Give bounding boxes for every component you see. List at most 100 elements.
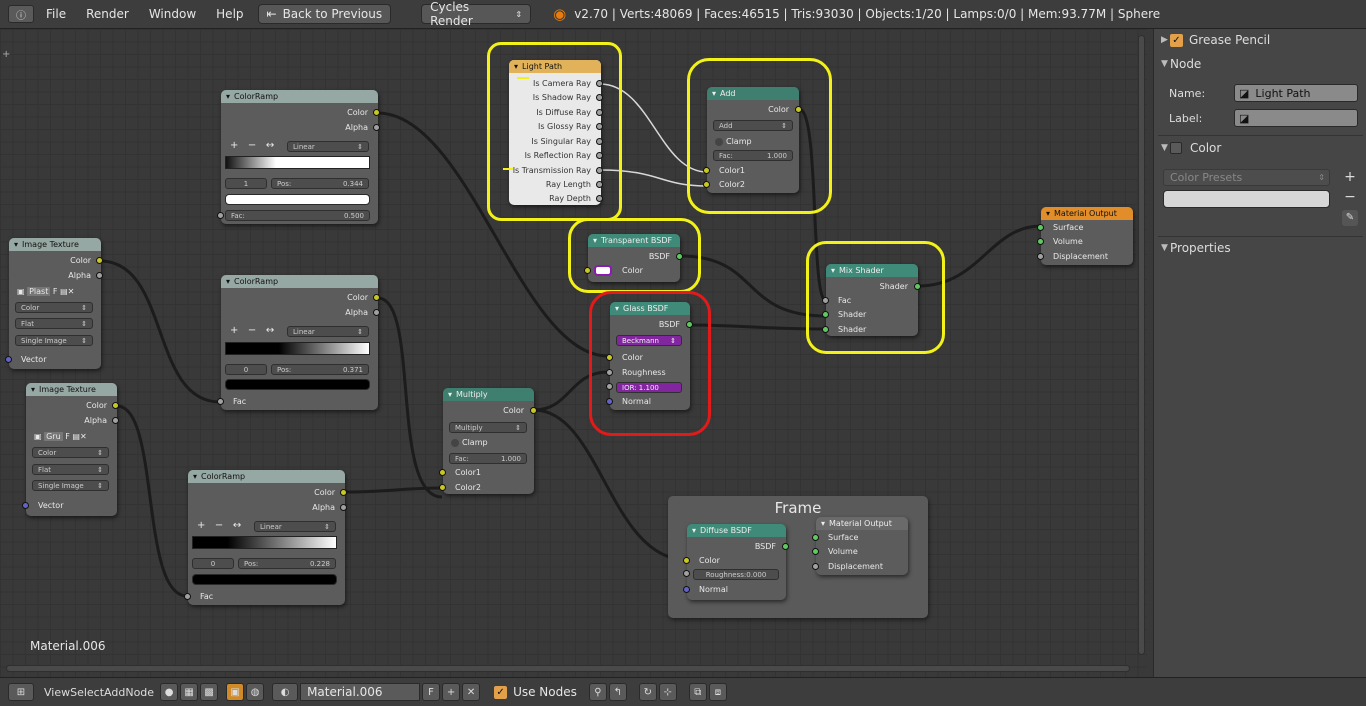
stop-index-field[interactable]: 0	[225, 364, 267, 375]
stop-index-field[interactable]: 1	[225, 178, 267, 189]
compositing-nodes-icon[interactable]: ▦	[180, 683, 199, 701]
checkbox-checked-icon[interactable]: ✓	[1170, 33, 1183, 47]
pin-icon[interactable]: ⚲	[588, 683, 607, 701]
node-editor[interactable]: + Frame Light Path Is Camera Ray Is Shad…	[0, 29, 1147, 677]
socket[interactable]	[1037, 253, 1044, 260]
image-selector[interactable]: ▣ Gru F ▤✕	[34, 432, 87, 441]
colorramp-node-3[interactable]: ColorRamp Color Alpha + − ↔ Linear ⇕ 0 Po…	[184, 470, 347, 605]
projection-select[interactable]: Flat ⇕	[32, 464, 109, 475]
socket[interactable]	[530, 407, 537, 414]
socket[interactable]	[812, 534, 819, 541]
colorramp-node-2[interactable]: ColorRamp Color Alpha + − ↔ Linear ⇕ 0 Po…	[217, 275, 380, 410]
ramp-buttons[interactable]: + − ↔	[197, 520, 241, 531]
interpolation-select[interactable]: Linear ⇕	[287, 141, 369, 152]
label-field[interactable]: ◪	[1234, 109, 1358, 127]
socket[interactable]	[683, 557, 690, 564]
material-name-field[interactable]: Material.006	[300, 683, 421, 701]
socket[interactable]	[439, 484, 446, 491]
multiply-node[interactable]: Multiply Color Multiply ⇕ Clamp Fac: 1.000…	[439, 388, 537, 494]
color-swatch[interactable]	[225, 379, 370, 390]
socket[interactable]	[373, 109, 380, 116]
unlink-material-icon[interactable]: ✕	[462, 683, 481, 701]
menu-add[interactable]: Add	[104, 686, 125, 699]
checkbox-icon[interactable]	[1170, 142, 1182, 154]
snap-icon[interactable]: ↻	[638, 683, 657, 701]
use-nodes-checkbox[interactable]: ✓	[494, 685, 508, 699]
world-icon[interactable]: ◍	[246, 683, 265, 701]
color-ramp-bar[interactable]	[225, 342, 370, 355]
horizontal-scrollbar[interactable]	[6, 665, 1130, 672]
socket[interactable]	[373, 309, 380, 316]
copy-icon[interactable]: ⧉	[688, 683, 707, 701]
object-icon[interactable]: ▣	[226, 683, 245, 701]
socket[interactable]	[782, 543, 789, 550]
clamp-checkbox[interactable]: Clamp	[451, 438, 488, 447]
stop-index-field[interactable]: 0	[192, 558, 234, 569]
close-icon[interactable]: ✕	[68, 287, 75, 296]
snap-element-icon[interactable]: ⊹	[658, 683, 677, 701]
folder-icon[interactable]: ▤	[60, 287, 68, 296]
socket[interactable]	[340, 504, 347, 511]
pos-field[interactable]: Pos: 0.228	[238, 558, 336, 569]
color-swatch[interactable]	[225, 194, 370, 205]
info-editor-icon[interactable]: ⓘ	[8, 5, 34, 23]
menu-select[interactable]: Select	[70, 686, 104, 699]
blend-mode-select[interactable]: Multiply ⇕	[449, 422, 527, 433]
socket[interactable]	[812, 548, 819, 555]
fake-user-toggle[interactable]: F	[65, 432, 70, 441]
add-material-icon[interactable]: +	[442, 683, 461, 701]
color-section-header[interactable]: ▼ Color	[1158, 138, 1363, 158]
image-texture-node-2[interactable]: Image Texture Color Alpha ▣ Gru F ▤✕ Col…	[22, 383, 119, 516]
roughness-field[interactable]: Roughness:0.000	[693, 569, 779, 580]
socket[interactable]	[22, 502, 29, 509]
shader-nodes-icon[interactable]: ●	[160, 683, 179, 701]
fac-field[interactable]: Fac: 1.000	[449, 453, 527, 464]
projection-select[interactable]: Flat ⇕	[15, 318, 93, 329]
menu-help[interactable]: Help	[206, 7, 253, 21]
close-icon[interactable]: ✕	[80, 432, 87, 441]
name-field[interactable]: ◪ Light Path	[1234, 84, 1358, 102]
menu-node[interactable]: Node	[125, 686, 154, 699]
socket[interactable]	[112, 402, 119, 409]
socket[interactable]	[373, 294, 380, 301]
fake-user-button[interactable]: F	[422, 683, 441, 701]
socket[interactable]	[439, 469, 446, 476]
interpolation-select[interactable]: Linear ⇕	[254, 521, 336, 532]
menu-window[interactable]: Window	[139, 7, 206, 21]
folder-icon[interactable]: ▤	[72, 432, 80, 441]
fac-field[interactable]: Fac: 0.500	[225, 210, 370, 221]
ramp-buttons[interactable]: + − ↔	[230, 140, 274, 151]
source-select[interactable]: Single Image ⇕	[32, 480, 109, 491]
grease-pencil-header[interactable]: ▶ ✓ Grease Pencil	[1158, 30, 1363, 50]
paste-icon[interactable]: ⧈	[708, 683, 727, 701]
socket[interactable]	[812, 563, 819, 570]
material-output-node[interactable]: Material Output Surface Volume Displacem…	[1037, 207, 1133, 265]
socket[interactable]	[683, 570, 690, 577]
pos-field[interactable]: Pos: 0.344	[271, 178, 369, 189]
socket[interactable]	[112, 417, 119, 424]
menu-file[interactable]: File	[36, 7, 76, 21]
socket[interactable]	[5, 356, 12, 363]
color-space-select[interactable]: Color ⇕	[32, 447, 109, 458]
interpolation-select[interactable]: Linear ⇕	[287, 326, 369, 337]
material-output-node-2[interactable]: Material Output Surface Volume Displacem…	[812, 517, 908, 575]
image-selector[interactable]: ▣ Plast F ▤✕	[17, 287, 74, 296]
menu-render[interactable]: Render	[76, 7, 139, 21]
source-select[interactable]: Single Image ⇕	[15, 335, 93, 346]
socket[interactable]	[184, 593, 191, 600]
color-presets-select[interactable]: Color Presets ⇕	[1163, 169, 1330, 186]
properties-section-header[interactable]: ▼ Properties	[1158, 238, 1363, 258]
socket[interactable]	[1037, 238, 1044, 245]
socket[interactable]	[217, 398, 224, 405]
color-ramp-bar[interactable]	[225, 156, 370, 169]
diffuse-bsdf-node[interactable]: Diffuse BSDF BSDF Color Roughness:0.000 …	[683, 524, 789, 600]
eyedropper-icon[interactable]: ✎	[1342, 210, 1358, 226]
parent-node-tree-icon[interactable]: ↰	[608, 683, 627, 701]
color-space-select[interactable]: Color ⇕	[15, 302, 93, 313]
menu-view[interactable]: View	[44, 686, 70, 699]
color-ramp-bar[interactable]	[192, 536, 337, 549]
socket[interactable]	[96, 257, 103, 264]
pos-field[interactable]: Pos: 0.371	[271, 364, 369, 375]
node-section-header[interactable]: ▼ Node	[1158, 54, 1363, 74]
fake-user-toggle[interactable]: F	[53, 287, 58, 296]
